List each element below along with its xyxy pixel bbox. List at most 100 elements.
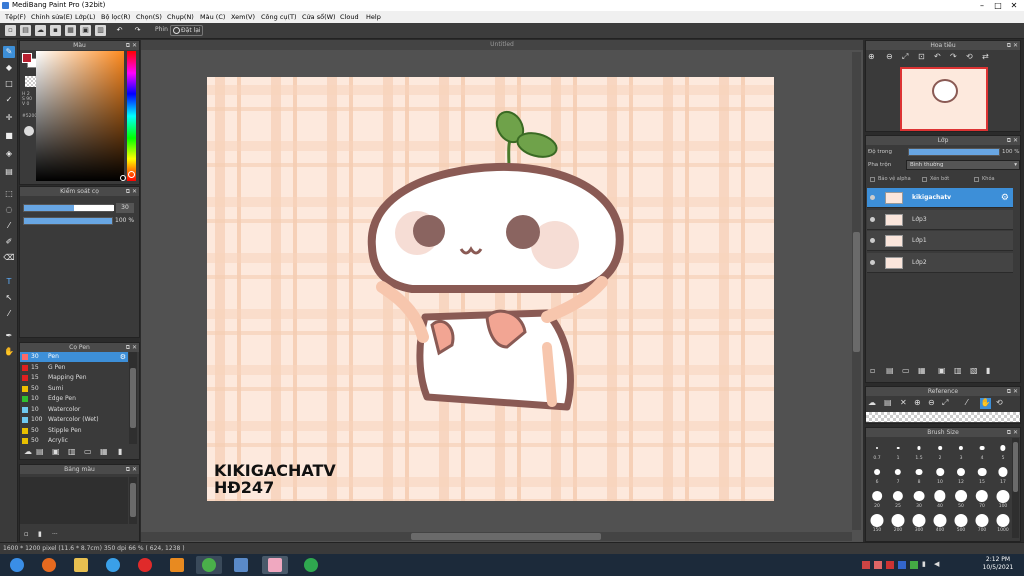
panel-close-icon[interactable]: ⧉ ✕: [1007, 428, 1018, 437]
mixer-scrollbar[interactable]: [129, 477, 137, 524]
panel-close-icon[interactable]: ⧉ ✕: [1007, 136, 1018, 145]
menu-tools[interactable]: Công cụ(T): [261, 11, 297, 23]
blend-mode-select[interactable]: Bình thường ▾: [906, 160, 1020, 170]
hand-tool-icon[interactable]: ✋: [3, 346, 15, 358]
taskbar-medibang[interactable]: [262, 556, 288, 574]
brush-settings-icon[interactable]: ▥: [68, 447, 76, 456]
pen-list-item[interactable]: 10 Watercolor: [20, 405, 128, 415]
copy-brush-icon[interactable]: ▤: [36, 447, 44, 456]
menu-filter[interactable]: Bộ lọc(R): [101, 11, 130, 23]
brush-size-cell[interactable]: 0.7: [867, 439, 887, 461]
panel-close-icon[interactable]: ⧉ ✕: [126, 465, 137, 474]
start-button[interactable]: [4, 556, 30, 574]
brush-size-cell[interactable]: 100: [993, 487, 1013, 509]
brush-size-scroll-thumb[interactable]: [1013, 442, 1018, 492]
taskbar-firefox[interactable]: [36, 556, 62, 574]
taskbar-opera[interactable]: [132, 556, 158, 574]
layer-property-icon[interactable]: ▧: [970, 366, 978, 375]
taskbar-app[interactable]: [196, 556, 222, 574]
eraser-tool-icon[interactable]: ◆: [3, 62, 15, 74]
pen-settings-gear-icon[interactable]: ⚙: [120, 352, 126, 362]
mixer-add-icon[interactable]: ▫: [24, 530, 29, 538]
panel-close-icon[interactable]: ⧉ ✕: [126, 343, 137, 352]
dot-tool-icon[interactable]: □: [3, 78, 15, 90]
saturation-value-picker[interactable]: [36, 51, 124, 181]
add-brush-icon[interactable]: ▣: [52, 447, 60, 456]
lasso-tool-icon[interactable]: ⬚: [3, 188, 15, 200]
fit-icon[interactable]: ⤢: [902, 52, 908, 62]
reference-eyedropper-icon[interactable]: ⁄: [966, 398, 967, 407]
taskbar-explorer[interactable]: [68, 556, 94, 574]
zoom-out-icon[interactable]: ⊖: [886, 52, 893, 61]
brush-opacity-slider[interactable]: [23, 217, 113, 225]
pen-list-item[interactable]: 10 Edge Pen: [20, 394, 128, 404]
select-tool-icon[interactable]: ✓: [3, 94, 15, 106]
color-picker-handle[interactable]: [120, 175, 126, 181]
brush-size-cell[interactable]: 40: [930, 487, 950, 509]
protect-alpha-checkbox[interactable]: [870, 177, 875, 182]
panel-close-icon[interactable]: ⧉ ✕: [1007, 41, 1018, 50]
brush-size-cell[interactable]: 7: [888, 463, 908, 485]
layer-settings-gear-icon[interactable]: ⚙: [1001, 188, 1009, 208]
reference-rotate-icon[interactable]: ⟲: [996, 398, 1003, 407]
text-tool-icon[interactable]: T: [3, 276, 15, 288]
primary-color-front[interactable]: [22, 53, 32, 63]
pen-list-scroll-thumb[interactable]: [130, 368, 136, 428]
share-icon[interactable]: ▣: [80, 25, 91, 36]
mixer-swatch-area[interactable]: [20, 477, 128, 524]
close-button[interactable]: ✕: [1006, 0, 1022, 11]
menu-select[interactable]: Chọn(S): [136, 11, 162, 23]
menu-edit[interactable]: Chỉnh sửa(E): [31, 11, 72, 23]
palette-icon[interactable]: [24, 126, 34, 136]
pen-list-item[interactable]: 100 Watercolor (Wet): [20, 415, 128, 425]
visibility-eye-icon[interactable]: [870, 216, 875, 222]
cloud-brush-icon[interactable]: ☁: [24, 447, 32, 456]
eyedropper-icon[interactable]: ⁄: [3, 308, 15, 320]
settings-icon[interactable]: ▥: [95, 25, 106, 36]
brush-size-cell[interactable]: 500: [951, 511, 971, 533]
tray-icon-5[interactable]: [910, 561, 918, 569]
pen-tool-icon[interactable]: ✎: [3, 46, 15, 58]
export-icon[interactable]: ▦: [65, 25, 76, 36]
menu-view[interactable]: Xem(V): [231, 11, 255, 23]
panel-close-icon[interactable]: ⧉ ✕: [126, 41, 137, 50]
brush-size-cell[interactable]: 6: [867, 463, 887, 485]
menu-layer[interactable]: Lớp(L): [75, 11, 95, 23]
brush-size-cell[interactable]: 12: [951, 463, 971, 485]
brush-size-cell[interactable]: 50: [951, 487, 971, 509]
brush-size-cell[interactable]: 300: [909, 511, 929, 533]
rotate-left-icon[interactable]: ↶: [934, 52, 941, 61]
brush-size-cell[interactable]: 700: [972, 511, 992, 533]
layer-row[interactable]: Lớp3: [867, 209, 1013, 230]
brush-size-cell[interactable]: 10: [930, 463, 950, 485]
brush-size-slider[interactable]: [23, 204, 114, 212]
tray-icon-1[interactable]: [862, 561, 870, 569]
menu-window[interactable]: Cửa sổ(W): [302, 11, 336, 23]
document-tab[interactable]: Untitled: [141, 40, 863, 50]
visibility-eye-icon[interactable]: [870, 259, 875, 265]
menu-file[interactable]: Tệp(F): [5, 11, 26, 23]
brush-size-cell[interactable]: 3: [951, 439, 971, 461]
volume-icon[interactable]: ◀: [934, 560, 939, 568]
flip-icon[interactable]: ⇄: [982, 52, 989, 61]
reset-stabilizer-button[interactable]: Đặt lại: [170, 25, 203, 36]
wand-tool-icon[interactable]: ⁄: [3, 220, 15, 232]
panel-close-icon[interactable]: ⧉ ✕: [1007, 387, 1018, 396]
cloud-icon[interactable]: ☁: [35, 25, 46, 36]
pen-list-item[interactable]: 50 Stipple Pen: [20, 426, 128, 436]
layer-menu-icon[interactable]: ▦: [918, 366, 926, 375]
taskbar-network[interactable]: [228, 556, 254, 574]
reference-close-icon[interactable]: ✕: [900, 398, 907, 407]
layer-row[interactable]: Lớp2: [867, 252, 1013, 273]
brush-size-cell[interactable]: 200: [888, 511, 908, 533]
visibility-eye-icon[interactable]: [870, 238, 875, 243]
menu-color[interactable]: Màu (C): [200, 11, 225, 23]
redo-icon[interactable]: ↷: [132, 25, 143, 36]
drawing-canvas[interactable]: KIKIGACHATV HĐ247: [207, 77, 774, 501]
taskbar-ie[interactable]: [100, 556, 126, 574]
canvas-horizontal-scrollbar[interactable]: [141, 532, 852, 541]
tray-icon-4[interactable]: [898, 561, 906, 569]
transparent-color-icon[interactable]: [25, 76, 36, 87]
brush-size-cell[interactable]: 17: [993, 463, 1013, 485]
brush-size-value[interactable]: 30: [116, 203, 134, 213]
